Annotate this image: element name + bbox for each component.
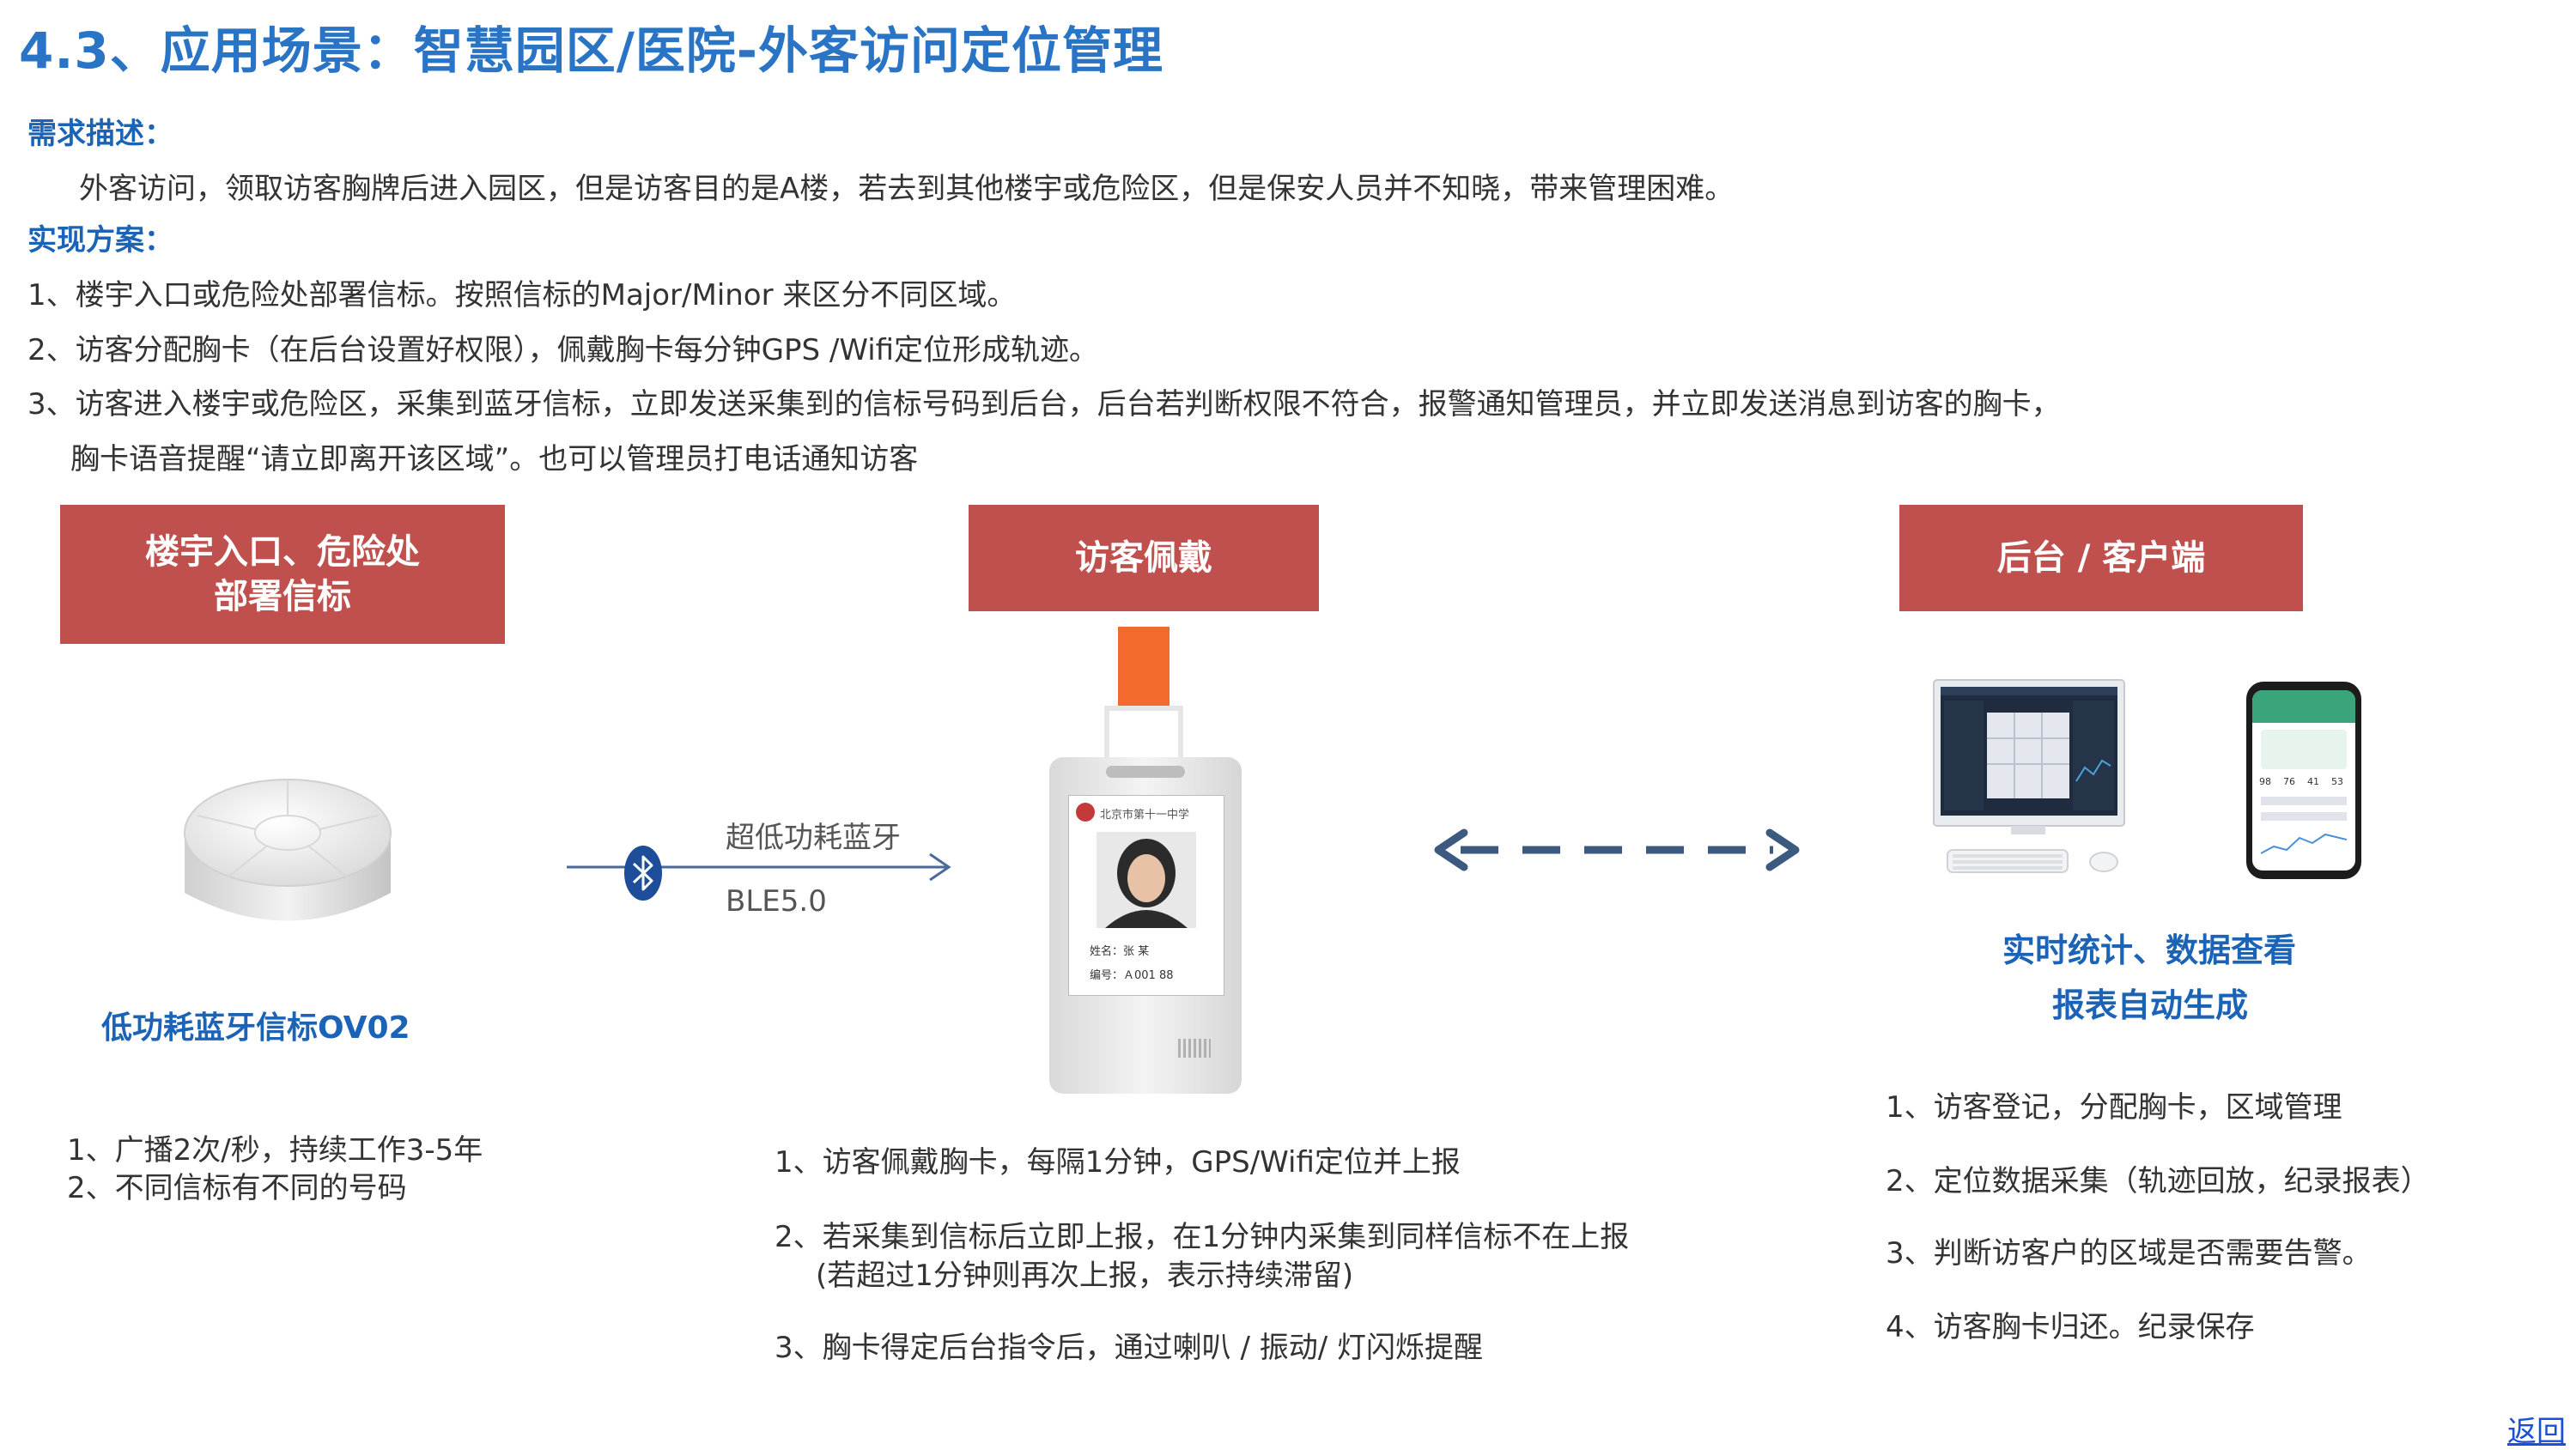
badge-device: 北京市第十一中学 姓名：张 某 编号：Ａ001 88 (1049, 627, 1242, 1094)
badge-id: 编号：Ａ001 88 (1090, 969, 1174, 982)
badge-screen: 北京市第十一中学 姓名：张 某 编号：Ａ001 88 (1068, 795, 1224, 996)
ble-label-bottom: BLE5.0 (726, 884, 827, 919)
phone-screen: 98 76 41 53 (2252, 690, 2355, 871)
header-backend: 后台 / 客户端 (1899, 505, 2303, 611)
solution-line-4: 胸卡语音提醒“请立即离开该区域”。也可以管理员打电话通知访客 (70, 442, 919, 476)
badge-body: 北京市第十一中学 姓名：张 某 编号：Ａ001 88 (1049, 757, 1242, 1094)
backend-item-1: 1、访客登记，分配胸卡，区域管理 (1886, 1090, 2342, 1125)
visitor-photo (1097, 832, 1196, 928)
lanyard (1118, 627, 1170, 714)
solution-line-1: 1、楼宇入口或危险处部署信标。按照信标的Major/Minor 来区分不同区域。 (27, 278, 1017, 312)
monitor-device (1933, 679, 2125, 873)
speaker-grille (1178, 1039, 1211, 1058)
beacon-device (184, 779, 392, 921)
visitor-item-3: 3、胸卡得定后台指令后，通过喇叭 / 振动/ 灯闪烁提醒 (775, 1331, 1483, 1365)
double-arrow-icon (1434, 828, 1800, 871)
phone-row-2 (2261, 812, 2347, 821)
phone-card (2261, 730, 2347, 769)
visitor-item-2-note: (若超过1分钟则再次上报，表示持续滞留) (816, 1259, 1354, 1293)
phone-row-1 (2261, 797, 2347, 805)
header-visitor: 访客佩戴 (969, 505, 1319, 611)
solution-heading: 实现方案： (27, 223, 173, 258)
backend-item-4: 4、访客胸卡归还。纪录保存 (1886, 1310, 2255, 1344)
visitor-item-1: 1、访客佩戴胸卡，每隔1分钟，GPS/Wifi定位并上报 (775, 1145, 1461, 1180)
requirement-heading: 需求描述： (27, 117, 173, 151)
phone-stat-1: 98 (2259, 776, 2271, 787)
phone-stat-4: 53 (2331, 776, 2343, 787)
backend-item-3: 3、判断访客户的区域是否需要告警。 (1886, 1236, 2372, 1271)
backend-caption-2: 报表自动生成 (2052, 986, 2249, 1024)
header-beacon-line2: 部署信标 (214, 577, 351, 616)
badge-name: 姓名：张 某 (1090, 945, 1150, 958)
return-link[interactable]: 返回 (2507, 1408, 2566, 1450)
backend-item-2: 2、定位数据采集（轨迹回放，纪录报表） (1886, 1164, 2430, 1198)
beacon-caption: 低功耗蓝牙信标OV02 (101, 1010, 410, 1046)
badge-clip (1104, 706, 1183, 757)
solution-line-2: 2、访客分配胸卡（在后台设置好权限），佩戴胸卡每分钟GPS /Wifi定位形成轨… (27, 333, 1099, 367)
requirement-text: 外客访问，领取访客胸牌后进入园区，但是访客目的是A楼，若去到其他楼宇或危险区，但… (79, 172, 1735, 206)
beacon-item-1: 1、广播2次/秒，持续工作3-5年 (67, 1133, 483, 1168)
page-title: 4.3、应用场景：智慧园区/医院-外客访问定位管理 (19, 21, 1164, 80)
phone-chart (2261, 833, 2347, 854)
beacon-item-2: 2、不同信标有不同的号码 (67, 1171, 407, 1205)
header-beacon-line1: 楼宇入口、危险处 (145, 532, 420, 572)
ble-label-top: 超低功耗蓝牙 (726, 821, 901, 855)
badge-org: 北京市第十一中学 (1100, 809, 1190, 822)
badge-slot (1106, 766, 1185, 778)
header-beacon: 楼宇入口、危险处 部署信标 (60, 505, 505, 644)
backend-caption-1: 实时统计、数据查看 (2002, 931, 2297, 969)
phone-stat-3: 41 (2307, 776, 2319, 787)
bluetooth-icon (624, 846, 662, 901)
phone-device: 98 76 41 53 (2246, 682, 2361, 879)
phone-stat-2: 76 (2283, 776, 2295, 787)
solution-line-3: 3、访客进入楼宇或危险区，采集到蓝牙信标，立即发送采集到的信标号码到后台，后台若… (27, 387, 2061, 422)
phone-header-bar (2252, 690, 2355, 723)
school-logo-icon (1076, 803, 1095, 822)
visitor-item-2: 2、若采集到信标后立即上报，在1分钟内采集到同样信标不在上报 (775, 1220, 1630, 1254)
